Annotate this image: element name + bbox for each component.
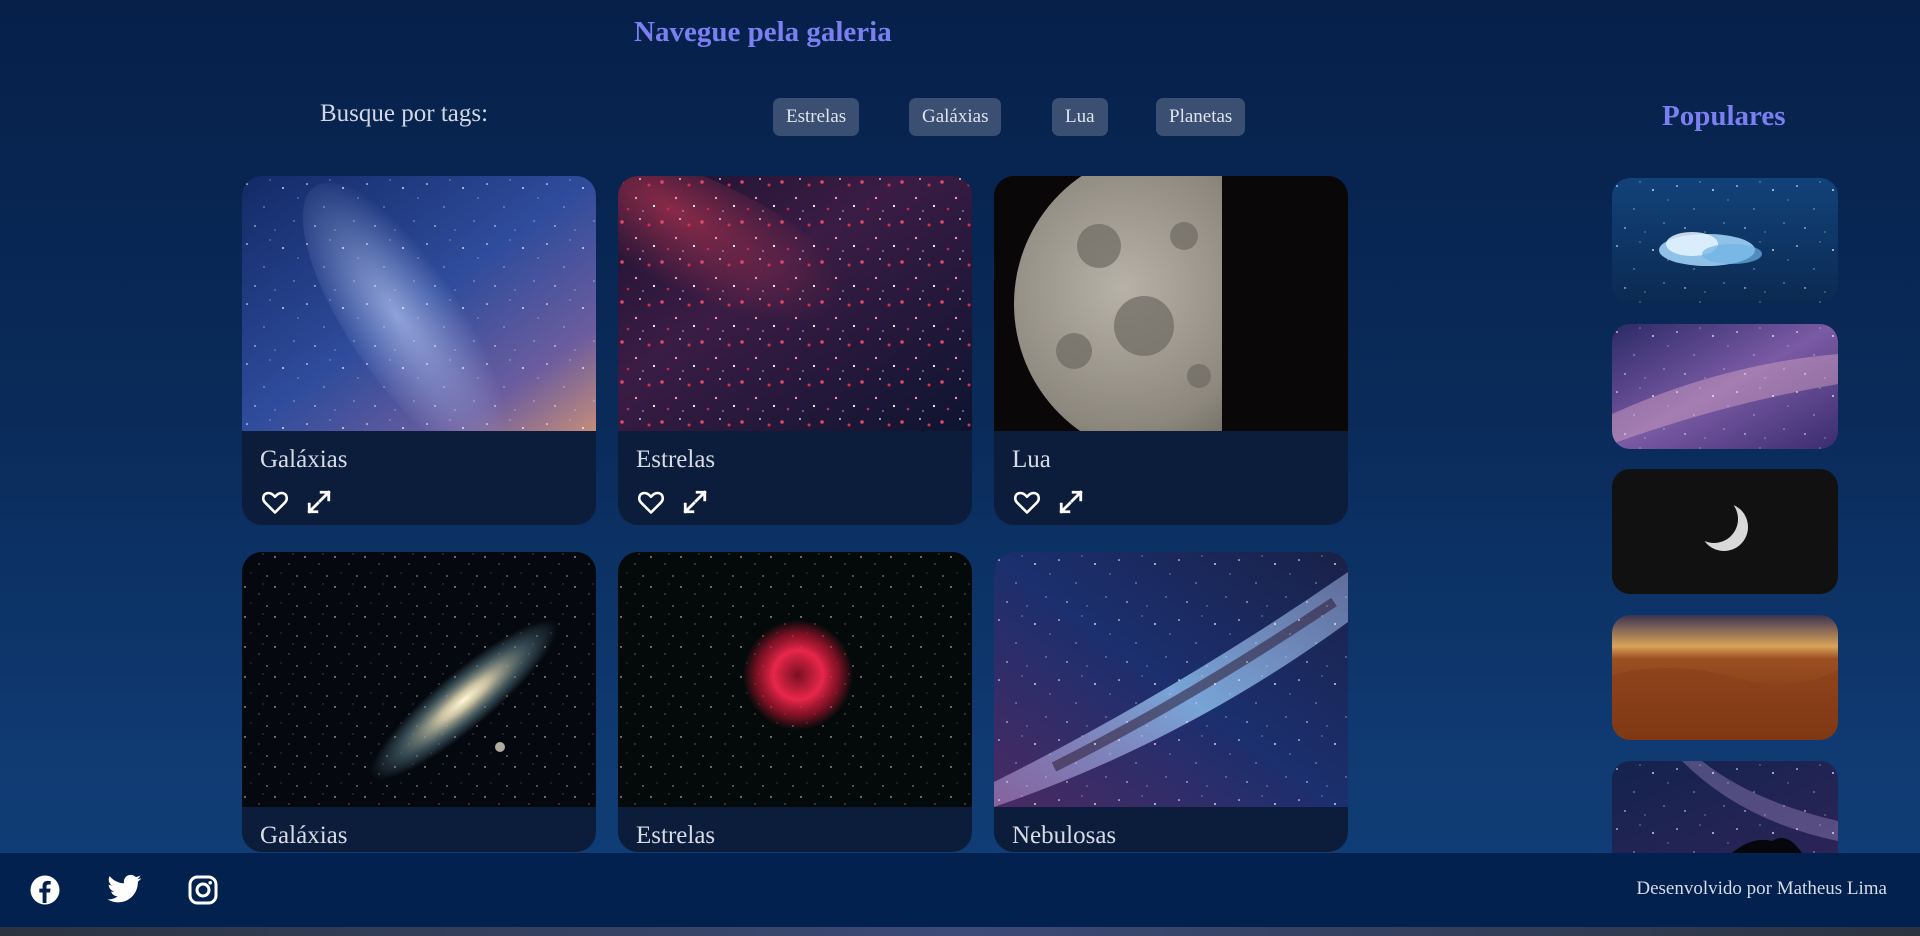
facebook-icon[interactable]	[29, 874, 61, 906]
taskbar-strip	[0, 927, 1920, 936]
card-title: Galáxias	[260, 446, 348, 473]
card-title: Nebulosas	[1012, 822, 1117, 849]
heart-icon[interactable]	[636, 487, 665, 516]
popular-thumb-crescent-moon[interactable]	[1612, 469, 1838, 594]
tags-label: Busque por tags:	[320, 100, 489, 127]
card-image-moon[interactable]	[994, 176, 1348, 431]
expand-icon[interactable]	[680, 487, 709, 516]
twitter-icon[interactable]	[107, 874, 142, 906]
card-image-milky-way[interactable]	[994, 552, 1348, 807]
popular-thumb-cloud[interactable]	[1612, 178, 1838, 303]
expand-icon[interactable]	[304, 487, 333, 516]
gallery-card: Nebulosas	[994, 552, 1348, 852]
heart-icon[interactable]	[1012, 487, 1041, 516]
gallery-card: Estrelas	[618, 552, 972, 852]
popular-thumb-galaxy[interactable]	[1612, 324, 1838, 449]
card-title: Estrelas	[636, 822, 716, 849]
card-image-andromeda[interactable]	[242, 552, 596, 807]
card-image-rosette[interactable]	[618, 552, 972, 807]
gallery-card: Galáxias	[242, 552, 596, 852]
tag-estrelas[interactable]: Estrelas	[773, 98, 860, 136]
gallery-card: Lua	[994, 176, 1348, 525]
popular-thumb-desert[interactable]	[1612, 615, 1838, 740]
heart-icon[interactable]	[260, 487, 289, 516]
card-image-stars[interactable]	[618, 176, 972, 431]
gallery-card: Estrelas	[618, 176, 972, 525]
popular-title: Populares	[1662, 100, 1786, 132]
gallery-card: Galáxias	[242, 176, 596, 525]
credit-text: Desenvolvido por Matheus Lima	[1636, 878, 1887, 899]
footer	[0, 853, 1920, 927]
card-image-galaxy[interactable]	[242, 176, 596, 431]
instagram-icon[interactable]	[187, 874, 219, 906]
tag-planetas[interactable]: Planetas	[1156, 98, 1246, 136]
page-title: Navegue pela galeria	[634, 16, 892, 48]
card-title: Lua	[1012, 446, 1051, 473]
tag-galaxias[interactable]: Galáxias	[909, 98, 1002, 136]
card-title: Galáxias	[260, 822, 348, 849]
tag-lua[interactable]: Lua	[1052, 98, 1108, 136]
popular-thumb-milky-way[interactable]	[1612, 761, 1838, 853]
expand-icon[interactable]	[1056, 487, 1085, 516]
card-title: Estrelas	[636, 446, 716, 473]
